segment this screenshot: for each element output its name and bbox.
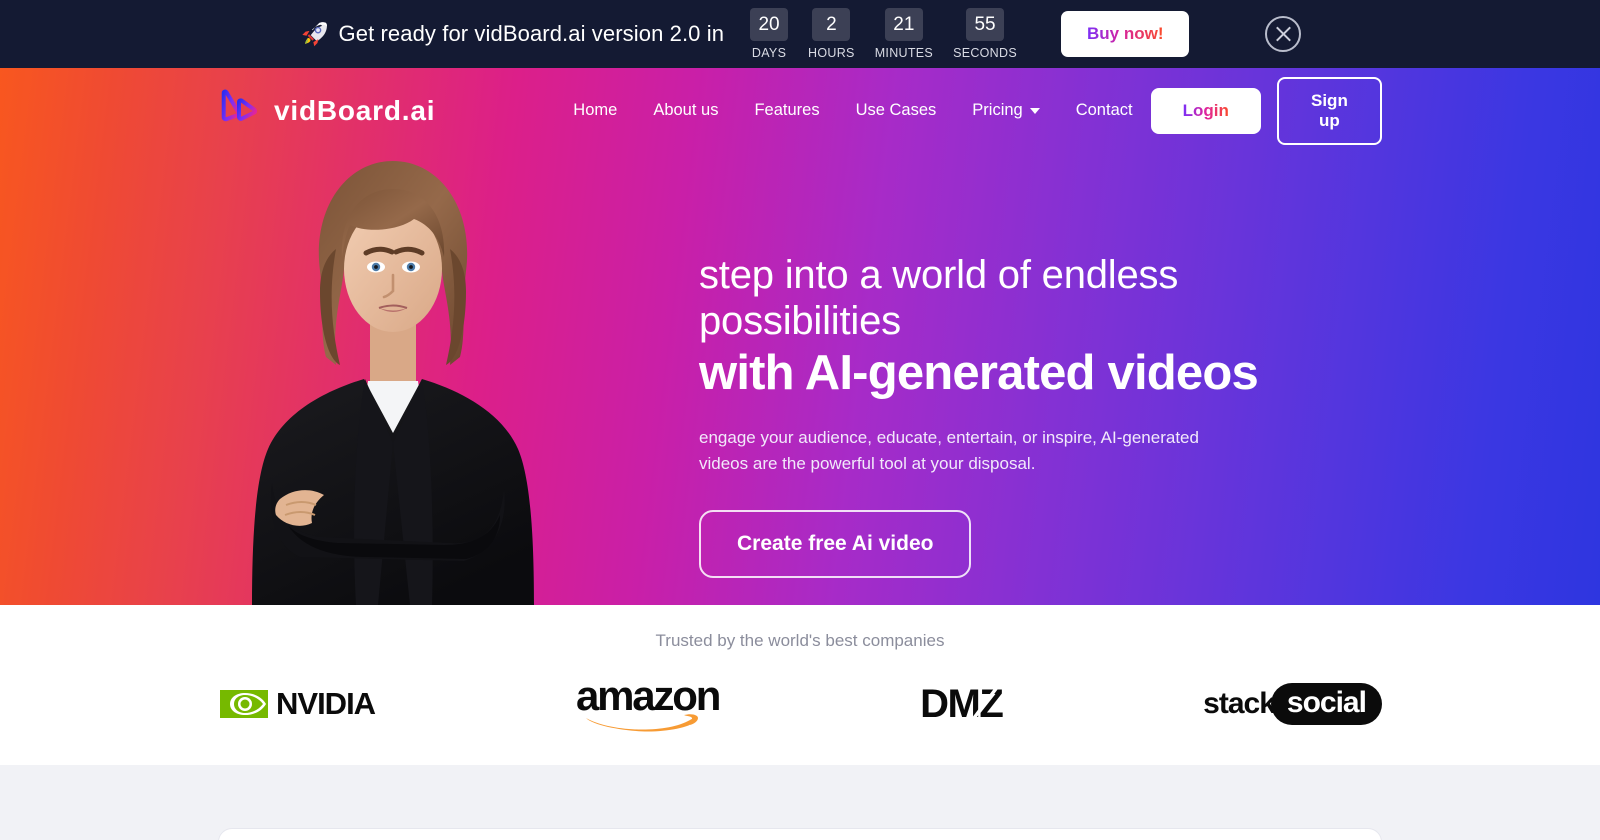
create-free-ai-video-button[interactable]: Create free Ai video (699, 510, 972, 579)
close-announcement-icon[interactable] (1265, 16, 1302, 52)
trusted-by-title: Trusted by the world's best companies (655, 631, 945, 650)
buy-now-label: Buy now! (1086, 24, 1164, 43)
announcement-text: Get ready for vidBoard.ai version 2.0 in (338, 21, 725, 46)
nav-item-contact[interactable]: Contact (1058, 93, 1151, 128)
lower-section (0, 765, 1600, 840)
brand-logo[interactable]: vidBoard.ai (218, 89, 435, 133)
nav-item-home[interactable]: Home (555, 93, 635, 128)
businesswoman-portrait (252, 161, 534, 605)
nav-item-features[interactable]: Features (736, 93, 837, 128)
play-logo-icon (221, 89, 258, 121)
hero-body: step into a world of endless possibiliti… (0, 153, 1600, 605)
brand-name: vidBoard.ai (274, 94, 436, 126)
main-navigation: vidBoard.ai Home About us Features Use C… (0, 68, 1600, 153)
nvidia-wordmark: NVIDIA (276, 686, 376, 721)
lower-content-card (218, 828, 1382, 840)
nav-item-pricing[interactable]: Pricing (954, 93, 1057, 128)
stacksocial-logo: stack social (1203, 683, 1382, 725)
hero-portrait-image (228, 153, 558, 605)
countdown-seconds-value: 55 (966, 8, 1005, 41)
trusted-by-section: Trusted by the world's best companies NV… (0, 605, 1600, 765)
countdown-seconds: 55 SECONDS (953, 8, 1017, 60)
hero-copy: step into a world of endless possibiliti… (699, 253, 1319, 579)
announcement-message: Get ready for vidBoard.ai version 2.0 in (299, 19, 725, 49)
countdown-timer: 20 DAYS 2 HOURS 21 MINUTES 55 SECONDS (750, 8, 1017, 60)
amazon-logo: amazon (576, 672, 721, 733)
nav-item-about-us-label: About us (653, 101, 719, 119)
countdown-days-label: DAYS (751, 46, 787, 60)
hero-subtitle: engage your audience, educate, entertain… (699, 428, 1199, 473)
stacksocial-social-word: social (1270, 683, 1382, 725)
nav-item-home-label: Home (573, 101, 618, 119)
countdown-minutes-value: 21 (884, 8, 923, 41)
hero-headline-light: step into a world of endless possibiliti… (699, 253, 1179, 343)
nav-item-use-cases-label: Use Cases (855, 101, 937, 119)
nav-item-pricing-label: Pricing (972, 101, 1023, 119)
signup-button[interactable]: Sign up (1276, 76, 1382, 145)
countdown-minutes: 21 MINUTES (875, 8, 933, 60)
countdown-hours-value: 2 (812, 8, 851, 41)
nav-actions: Login Sign up (1150, 76, 1382, 145)
countdown-days: 20 DAYS (750, 8, 789, 60)
dmz-slash-icon (966, 684, 1000, 727)
buy-now-button[interactable]: Buy now! (1060, 11, 1190, 57)
nav-item-use-cases[interactable]: Use Cases (838, 93, 955, 128)
announcement-content: Get ready for vidBoard.ai version 2.0 in… (299, 8, 1302, 60)
countdown-days-value: 20 (750, 8, 789, 41)
nav-item-features-label: Features (754, 101, 820, 119)
stacksocial-stack-word: stack (1203, 687, 1276, 720)
nvidia-logo: NVIDIA (218, 686, 376, 722)
hero-headline-bold: with AI-generated videos (699, 346, 1259, 401)
countdown-seconds-label: SECONDS (953, 46, 1017, 60)
nav-links: Home About us Features Use Cases Pricing… (555, 93, 1150, 128)
chevron-down-icon (1029, 107, 1040, 114)
announcement-bar: Get ready for vidBoard.ai version 2.0 in… (0, 0, 1600, 68)
amazon-wordmark: amazon (576, 672, 721, 719)
hero-section: vidBoard.ai Home About us Features Use C… (0, 68, 1600, 605)
countdown-hours-label: HOURS (808, 46, 855, 60)
dmz-logo: DMZ (920, 682, 1004, 727)
nvidia-eye-icon (220, 690, 268, 718)
nav-item-about-us[interactable]: About us (635, 93, 736, 128)
countdown-minutes-label: MINUTES (874, 46, 934, 60)
nav-item-contact-label: Contact (1075, 101, 1133, 119)
countdown-hours: 2 HOURS (808, 8, 855, 60)
login-label: Login (1182, 100, 1229, 120)
rocket-icon (301, 22, 327, 47)
partner-logos: NVIDIA amazon DMZ stack social (0, 675, 1600, 733)
login-button[interactable]: Login (1150, 87, 1261, 134)
